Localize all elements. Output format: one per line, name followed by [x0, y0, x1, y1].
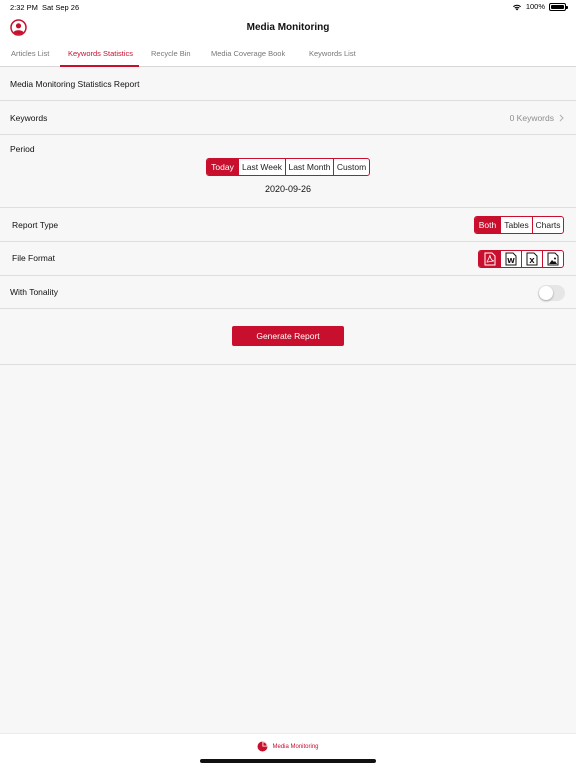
report-type-row: Report Type Both Tables Charts [0, 208, 576, 242]
battery-percent: 100% [525, 2, 545, 11]
report-title-row: Media Monitoring Statistics Report [0, 67, 576, 101]
chevron-right-icon [559, 114, 564, 122]
toggle-knob [539, 286, 553, 300]
period-option-today[interactable]: Today [207, 159, 238, 175]
image-icon[interactable] [542, 251, 563, 267]
excel-icon[interactable]: X [521, 251, 542, 267]
tab-media-coverage-book[interactable]: Media Coverage Book [211, 49, 285, 58]
svg-text:X: X [529, 257, 535, 265]
tonality-row: With Tonality [0, 276, 576, 309]
tab-keywords-list[interactable]: Keywords List [309, 49, 356, 58]
file-format-row: File Format W X [0, 242, 576, 276]
svg-text:W: W [507, 257, 515, 265]
tab-keywords-statistics[interactable]: Keywords Statistics [68, 49, 133, 58]
report-type-option-tables[interactable]: Tables [500, 217, 532, 233]
tab-articles-list[interactable]: Articles List [11, 49, 49, 58]
period-row: Period Today Last Week Last Month Custom… [0, 135, 576, 208]
period-date: 2020-09-26 [264, 184, 312, 194]
battery-icon [549, 2, 568, 11]
tonality-label: With Tonality [10, 287, 59, 297]
report-title: Media Monitoring Statistics Report [10, 79, 140, 89]
period-option-custom[interactable]: Custom [333, 159, 369, 175]
report-type-option-charts[interactable]: Charts [532, 217, 563, 233]
tab-recycle-bin[interactable]: Recycle Bin [151, 49, 191, 58]
status-time: 2:32 PM [10, 3, 38, 12]
keywords-count: 0 Keywords [509, 113, 554, 123]
file-format-label: File Format [12, 253, 55, 263]
keywords-label: Keywords [10, 113, 48, 123]
report-type-segmented-control: Both Tables Charts [474, 216, 564, 234]
generate-report-button[interactable]: Generate Report [232, 326, 344, 346]
home-indicator [200, 759, 376, 763]
file-format-segmented-control: W X [478, 250, 564, 268]
page-title: Media Monitoring [246, 22, 330, 33]
bottom-tab-media-monitoring[interactable]: Media Monitoring [0, 741, 576, 752]
keywords-selector[interactable]: 0 Keywords [510, 113, 564, 123]
status-bar: 2:32 PM Sat Sep 26 100% [0, 0, 576, 14]
bottom-tab-label: Media Monitoring [272, 743, 319, 750]
tonality-toggle[interactable] [538, 285, 565, 301]
report-type-label: Report Type [12, 220, 59, 230]
tab-bar: Articles List Keywords Statistics Recycl… [0, 44, 576, 67]
period-segmented-control: Today Last Week Last Month Custom [206, 158, 370, 176]
wifi-icon [512, 4, 521, 10]
report-type-option-both[interactable]: Both [475, 217, 500, 233]
status-date: Sat Sep 26 [42, 3, 80, 12]
period-label: Period [10, 144, 35, 154]
pdf-icon[interactable] [479, 251, 500, 267]
period-option-last-week[interactable]: Last Week [238, 159, 285, 175]
word-icon[interactable]: W [500, 251, 521, 267]
period-option-last-month[interactable]: Last Month [285, 159, 333, 175]
keywords-row[interactable]: Keywords 0 Keywords [0, 101, 576, 135]
pie-chart-icon [257, 741, 268, 752]
app-header: Media Monitoring [0, 14, 576, 44]
